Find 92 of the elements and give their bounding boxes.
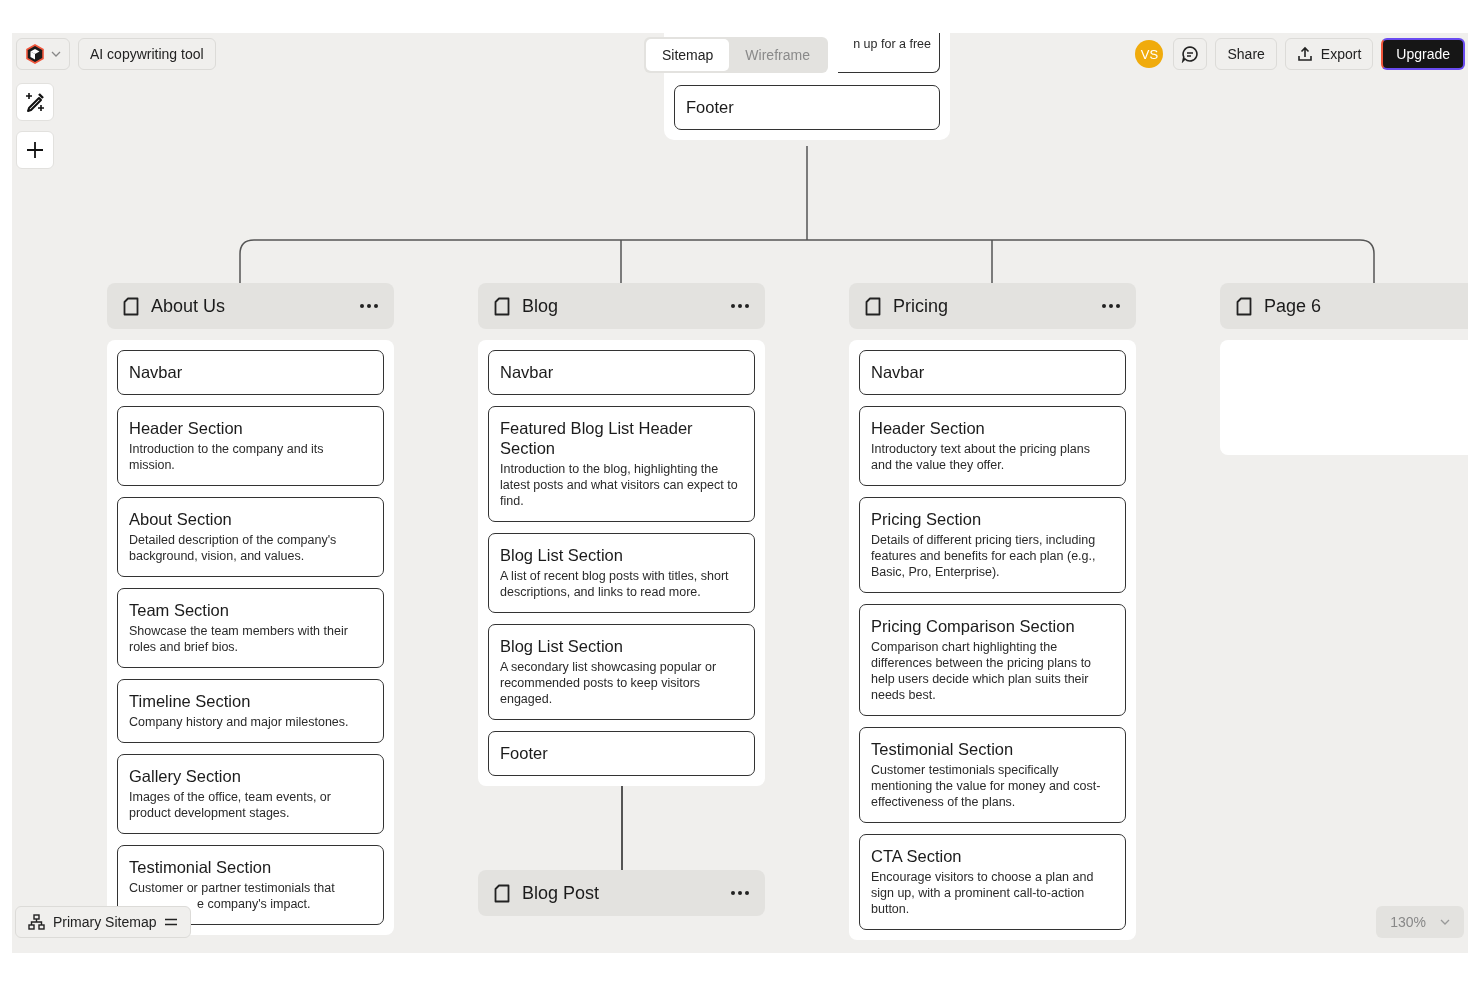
section-description: A list of recent blog posts with titles, short descriptions, and links to read more. <box>500 568 730 600</box>
section-title: Navbar <box>129 362 184 382</box>
section-card[interactable]: Blog List Section A secondary list showcasing popular or recommended posts to keep visitors engaged. <box>488 624 755 720</box>
app-menu-button[interactable] <box>16 38 70 70</box>
section-title: CTA Section <box>871 846 963 866</box>
share-button[interactable]: Share <box>1215 38 1277 70</box>
section-title: Footer <box>500 743 549 763</box>
section-card[interactable]: Blog List Section A list of recent blog posts with titles, short descriptions, and links to read more. <box>488 533 755 613</box>
page-title: About Us <box>151 295 227 317</box>
section-title: Gallery Section <box>129 766 242 786</box>
section-description: Showcase the team members with their roles and brief bios. <box>129 623 349 655</box>
section-card[interactable]: CTA Section Encourage visitors to choose a plan and sign up, with a prominent call-to-action button. <box>859 834 1126 930</box>
chevron-down-icon <box>1440 919 1450 925</box>
section-card[interactable]: Timeline Section Company history and major milestones. <box>117 679 384 743</box>
section-card[interactable]: Team Section Showcase the team members with their roles and brief bios. <box>117 588 384 668</box>
section-description: A secondary list showcasing popular or recommended posts to keep visitors engaged. <box>500 659 718 707</box>
page-icon <box>494 883 510 903</box>
section-card[interactable]: n up for a free <box>838 33 940 73</box>
page-header[interactable]: Pricing <box>849 283 1136 329</box>
page-header[interactable]: About Us <box>107 283 394 329</box>
section-description: Detailed description of the company's background, vision, and values. <box>129 532 338 564</box>
more-icon[interactable] <box>360 304 378 308</box>
more-icon[interactable] <box>731 304 749 308</box>
menu-icon <box>164 918 179 926</box>
more-icon[interactable] <box>1102 304 1120 308</box>
project-name-button[interactable]: AI copywriting tool <box>78 38 216 70</box>
comments-button[interactable] <box>1173 38 1208 70</box>
section-description: Company history and major milestones. <box>129 714 350 730</box>
section-card[interactable]: Navbar <box>488 350 755 395</box>
section-description: Comparison chart highlighting the differences between the pricing plans to help users decide which plan suits their needs best. <box>871 639 1093 703</box>
section-title: Testimonial Section <box>129 857 273 877</box>
section-card[interactable]: About Section Detailed description of the company's background, vision, and values. <box>117 497 384 577</box>
cube-logo-icon <box>25 44 45 64</box>
section-title: Timeline Section <box>129 691 252 711</box>
page-icon <box>865 296 881 316</box>
section-card[interactable]: Navbar <box>859 350 1126 395</box>
section-title: Pricing Section <box>871 509 983 529</box>
section-description: n up for a free <box>853 36 931 52</box>
section-card[interactable]: Header Section Introductory text about the pricing plans and the value they offer. <box>859 406 1126 486</box>
section-description: Introductory text about the pricing plans and the value they offer. <box>871 441 1091 473</box>
section-description: Introduction to the blog, highlighting the latest posts and what visitors can expect to find. <box>500 461 739 509</box>
section-card[interactable]: Pricing Section Details of different pricing tiers, including features and benefits for each plan (e.g., Basic, Pro, Enterprise). <box>859 497 1126 593</box>
section-description: Customer or partner testimonials that <box>129 880 336 896</box>
section-card[interactable]: Testimonial Section Customer testimonials specifically mentioning the value for money and cost-effectiveness of the plans. <box>859 727 1126 823</box>
page-header[interactable]: Blog Post <box>478 870 765 916</box>
section-title: About Section <box>129 509 233 529</box>
section-card[interactable]: Footer <box>674 85 940 130</box>
sitemap-switcher-button[interactable]: Primary Sitemap <box>15 906 192 938</box>
section-title: Navbar <box>500 362 555 382</box>
section-title: Team Section <box>129 600 230 620</box>
section-title: Header Section <box>129 418 244 438</box>
section-card[interactable]: Pricing Comparison Section Comparison chart highlighting the differences between the pricing plans to help users decide which plan suits their needs best. <box>859 604 1126 716</box>
page-header[interactable]: Page 6 <box>1220 283 1468 329</box>
upgrade-button[interactable]: Upgrade <box>1381 38 1465 70</box>
upload-icon <box>1296 46 1313 62</box>
page-icon <box>1236 296 1252 316</box>
chevron-down-icon <box>51 51 61 57</box>
section-card[interactable]: Header Section Introduction to the company and its mission. <box>117 406 384 486</box>
section-title: Blog List Section <box>500 636 624 656</box>
page-icon <box>494 296 510 316</box>
section-description: Details of different pricing tiers, including features and benefits for each plan (e.g., Basic, Pro, Enterprise). <box>871 532 1097 580</box>
section-card[interactable]: Featured Blog List Header Section Introduction to the blog, highlighting the latest posts and what visitors can expect to find. <box>488 406 755 522</box>
section-title: Testimonial Section <box>871 739 1015 759</box>
section-description: Encourage visitors to choose a plan and sign up, with a prominent call-to-action button. <box>871 869 1095 917</box>
page-title: Page 6 <box>1264 295 1323 317</box>
section-description: Images of the office, team events, or product development stages. <box>129 789 332 821</box>
section-title: Footer <box>686 97 735 117</box>
plus-icon <box>26 141 44 159</box>
page-title: Blog Post <box>522 882 601 904</box>
section-title: Blog List Section <box>500 545 624 565</box>
page-icon <box>123 296 139 316</box>
section-card[interactable]: Gallery Section Images of the office, team events, or product development stages. <box>117 754 384 834</box>
page-title: Blog <box>522 295 560 317</box>
view-tab[interactable]: Sitemap <box>646 39 730 71</box>
more-icon[interactable] <box>731 891 749 895</box>
add-button[interactable] <box>16 131 54 169</box>
comment-icon <box>1181 45 1200 63</box>
magic-pencil-icon <box>24 91 46 113</box>
ai-edit-button[interactable] <box>16 83 54 121</box>
export-button[interactable]: Export <box>1284 38 1374 70</box>
page-title: Pricing <box>893 295 950 317</box>
section-title: Header Section <box>871 418 986 438</box>
section-card[interactable]: Navbar <box>117 350 384 395</box>
section-description: Customer testimonials specifically mentioning the value for money and cost-effectiveness of the plans. <box>871 762 1102 810</box>
page-header[interactable]: Blog <box>478 283 765 329</box>
sitemap-icon <box>28 914 45 930</box>
section-description: Introduction to the company and its mission. <box>129 441 325 473</box>
section-description: e company's impact. <box>196 896 312 912</box>
section-title: Pricing Comparison Section <box>871 616 1076 636</box>
section-card[interactable]: Footer <box>488 731 755 776</box>
section-title: Featured Blog List Header Section <box>500 418 694 458</box>
section-title: Navbar <box>871 362 926 382</box>
